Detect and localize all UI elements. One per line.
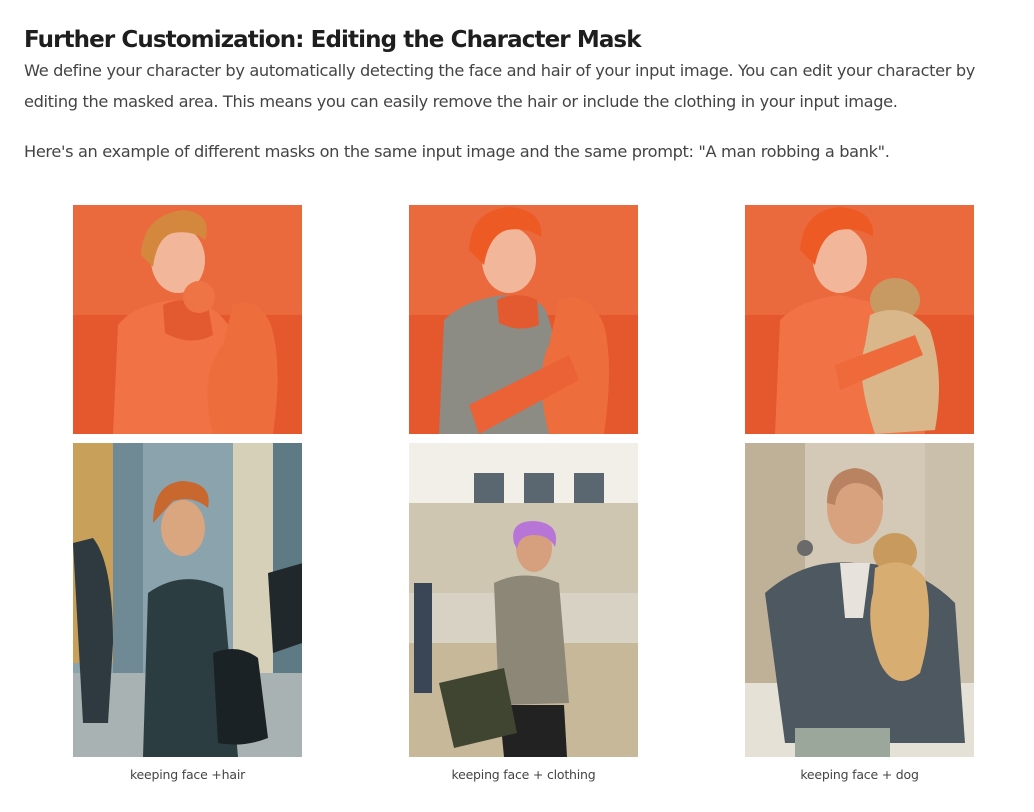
result-image	[73, 443, 302, 757]
result-image	[409, 443, 638, 757]
example-caption: keeping face +hair	[129, 767, 246, 782]
example-face-dog: keeping face + dog	[745, 205, 974, 782]
masked-input-image	[73, 205, 302, 434]
masked-input-image	[745, 205, 974, 434]
result-image	[745, 443, 974, 757]
example-caption: keeping face + dog	[800, 767, 919, 782]
example-face-hair: keeping face +hair	[73, 205, 302, 782]
intro-paragraph: We define your character by automaticall…	[24, 61, 976, 111]
example-caption: keeping face + clothing	[451, 767, 596, 782]
page-title: Further Customization: Editing the Chara…	[24, 27, 642, 54]
example-face-clothing: keeping face + clothing	[409, 205, 638, 782]
example-description: Here's an example of different masks on …	[24, 142, 890, 161]
masked-input-image	[409, 205, 638, 434]
